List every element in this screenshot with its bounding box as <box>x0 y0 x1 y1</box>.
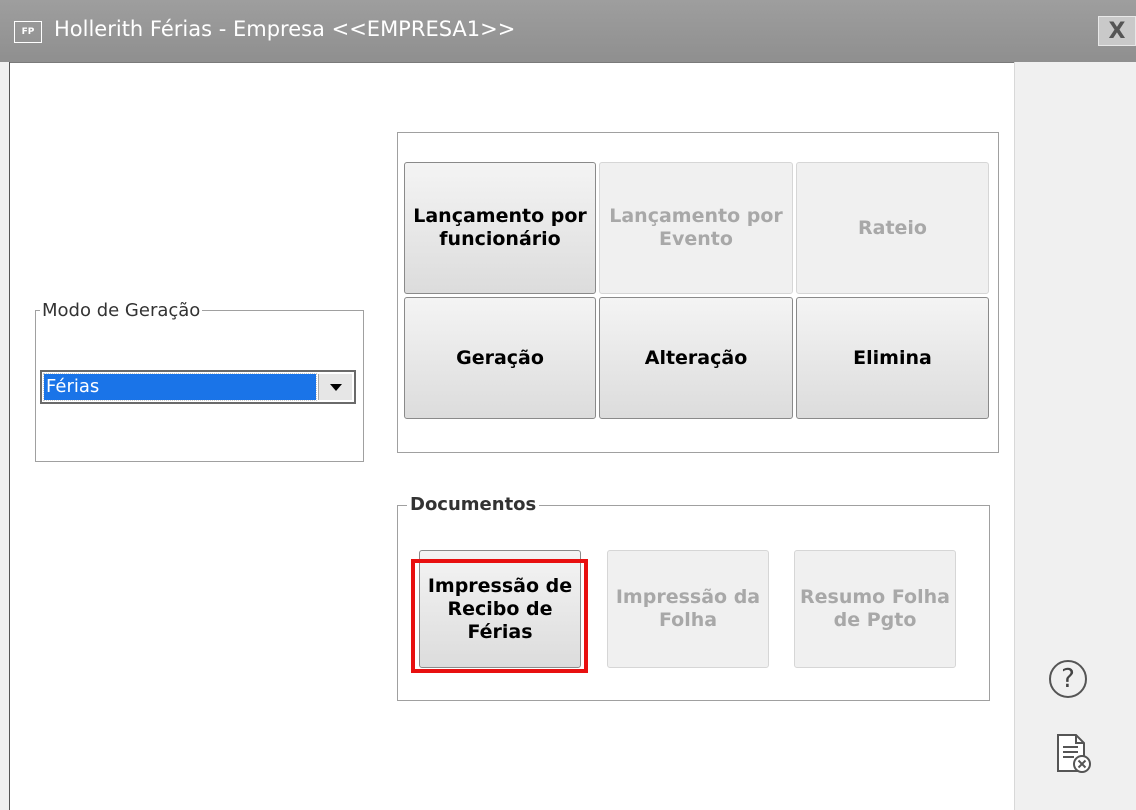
documentos-legend: Documentos <box>407 494 540 515</box>
impressao-recibo-ferias-button[interactable]: Impressão de Recibo de Férias <box>419 550 581 668</box>
dropdown-arrow-button[interactable] <box>318 374 352 400</box>
help-icon[interactable]: ? <box>1049 660 1087 698</box>
close-document-icon[interactable] <box>1052 733 1094 775</box>
app-icon: FP <box>14 21 42 43</box>
lancamento-funcionario-button[interactable]: Lançamento por funcionário <box>404 162 596 294</box>
close-button[interactable]: X <box>1098 16 1136 46</box>
side-panel <box>1014 62 1136 810</box>
modo-geracao-selected-value: Férias <box>43 373 317 401</box>
close-icon: X <box>1108 18 1126 44</box>
title-bar: FP Hollerith Férias - Empresa <<EMPRESA1… <box>0 0 1136 63</box>
geracao-button[interactable]: Geração <box>404 297 596 419</box>
window-title: Hollerith Férias - Empresa <<EMPRESA1>> <box>54 17 516 41</box>
rateio-button[interactable]: Rateio <box>796 162 989 294</box>
modo-geracao-legend: Modo de Geração <box>40 300 203 321</box>
impressao-folha-button[interactable]: Impressão da Folha <box>607 550 769 668</box>
elimina-button[interactable]: Elimina <box>796 297 989 419</box>
lancamento-evento-button[interactable]: Lançamento por Evento <box>599 162 793 294</box>
resumo-folha-pgto-button[interactable]: Resumo Folha de Pgto <box>794 550 956 668</box>
chevron-down-icon <box>329 384 342 391</box>
alteracao-button[interactable]: Alteração <box>599 297 793 419</box>
document-close-icon <box>1057 734 1091 773</box>
modo-geracao-select[interactable]: Férias <box>40 370 356 404</box>
window-left-frame <box>0 62 10 810</box>
